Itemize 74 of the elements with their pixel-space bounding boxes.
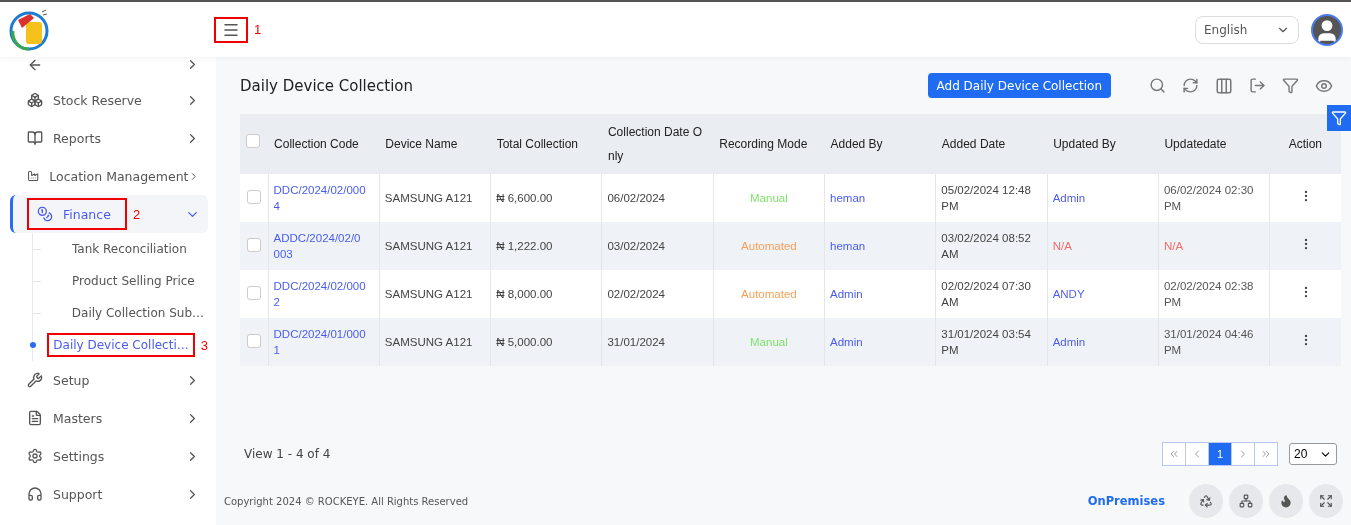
headset-icon <box>27 486 43 502</box>
column-header: Action <box>1269 114 1341 174</box>
submenu-item[interactable]: Tank Reconciliation <box>68 239 191 259</box>
sidebar-item[interactable]: Stock Reserve <box>10 81 208 119</box>
code-link[interactable]: DDC/2024/02/000 4 <box>273 182 374 214</box>
tools-icon <box>27 372 43 388</box>
copyright-text: Copyright 2024 © ROCKEYE. All Rights Reserved <box>224 495 469 507</box>
row-checkbox[interactable] <box>246 238 261 252</box>
column-header: Device Name <box>379 114 491 174</box>
boxes-icon <box>27 92 43 108</box>
page-size-select[interactable]: 20 <box>1289 443 1337 465</box>
sidebar-item[interactable]: Settings <box>10 437 208 475</box>
avatar-icon[interactable] <box>1311 13 1343 46</box>
annotation-number: 3 <box>200 337 208 353</box>
add-button[interactable]: Add Daily Device Collection <box>927 73 1111 98</box>
sidebar-item[interactable]: Masters <box>10 399 208 437</box>
submenu-item[interactable]: Daily Collection Sub… <box>67 303 208 323</box>
table-cell: Admin <box>824 318 936 366</box>
book-icon <box>27 130 43 146</box>
view-summary: View 1 - 4 of 4 <box>244 447 331 461</box>
sidebar-item[interactable]: Location Management <box>10 157 208 195</box>
table-cell: 31/01/2024 <box>601 318 714 366</box>
menu-label: Masters <box>53 410 104 426</box>
page-button[interactable]: 1 <box>1208 442 1232 466</box>
table-cell: 31/01/2024 03:54 PM <box>935 318 1048 366</box>
submenu-item[interactable]: Product Selling Price <box>68 271 199 291</box>
flame-icon[interactable] <box>1269 484 1303 518</box>
menu-label: Settings <box>53 448 106 464</box>
menu-label: Support <box>53 486 104 502</box>
coins-icon <box>37 206 53 222</box>
menu-label: Setup <box>53 372 91 388</box>
column-header: Total Collection <box>490 114 602 174</box>
code-link[interactable]: ADDC/2024/02/0 003 <box>273 230 374 262</box>
column-header: Added By <box>824 114 936 174</box>
document-icon <box>27 410 43 426</box>
column-header: Updatedate <box>1158 114 1270 174</box>
annotation-number: 2 <box>133 206 141 222</box>
mode-label: OnPremises <box>1087 494 1165 508</box>
column-header: Updated By <box>1047 114 1159 174</box>
menu-label: Stock Reserve <box>53 92 143 108</box>
annotation-number: 1 <box>254 22 262 37</box>
expand-icon[interactable] <box>1309 484 1343 518</box>
table-cell: ₦ 5,000.00 <box>490 318 602 366</box>
recycle-icon[interactable] <box>1189 484 1223 518</box>
select-all-checkbox[interactable] <box>246 134 260 148</box>
submenu-item[interactable]: Daily Device Collecti… <box>49 335 193 355</box>
row-checkbox[interactable] <box>246 286 261 300</box>
code-link[interactable]: DDC/2024/01/000 1 <box>273 326 374 358</box>
table-cell: 31/01/2024 04:46 PM <box>1158 318 1270 366</box>
sidebar-item[interactable]: Reports <box>10 119 208 157</box>
menu-label: Location Management <box>49 168 189 184</box>
factory-icon <box>27 168 40 184</box>
language-select[interactable]: English <box>1195 15 1299 44</box>
column-header: Collection Date O nly <box>601 114 714 174</box>
double-chevron-left-icon <box>1168 448 1180 460</box>
column-header: Recording Mode <box>713 114 825 174</box>
table-cell: Admin <box>1047 318 1159 366</box>
column-header: Collection Code <box>268 114 380 174</box>
settings-icon <box>27 448 43 464</box>
menu-label: Finance <box>63 206 112 222</box>
page-title: Daily Device Collection <box>240 76 413 95</box>
code-link[interactable]: DDC/2024/02/000 2 <box>273 278 374 310</box>
table-cell: SAMSUNG A121 <box>379 318 491 366</box>
sidebar-item[interactable]: Finance 2 <box>10 195 208 233</box>
column-header: Added Date <box>935 114 1048 174</box>
filter-tab[interactable] <box>1327 105 1351 131</box>
table-cell: Manual <box>713 318 825 366</box>
row-checkbox[interactable] <box>246 334 261 348</box>
double-chevron-right-icon <box>1260 448 1272 460</box>
sidebar-item[interactable]: Support <box>10 475 208 513</box>
network-icon[interactable] <box>1229 484 1263 518</box>
sidebar-item[interactable]: Setup <box>10 361 208 399</box>
row-checkbox[interactable] <box>246 190 261 204</box>
menu-label: Reports <box>53 130 102 146</box>
